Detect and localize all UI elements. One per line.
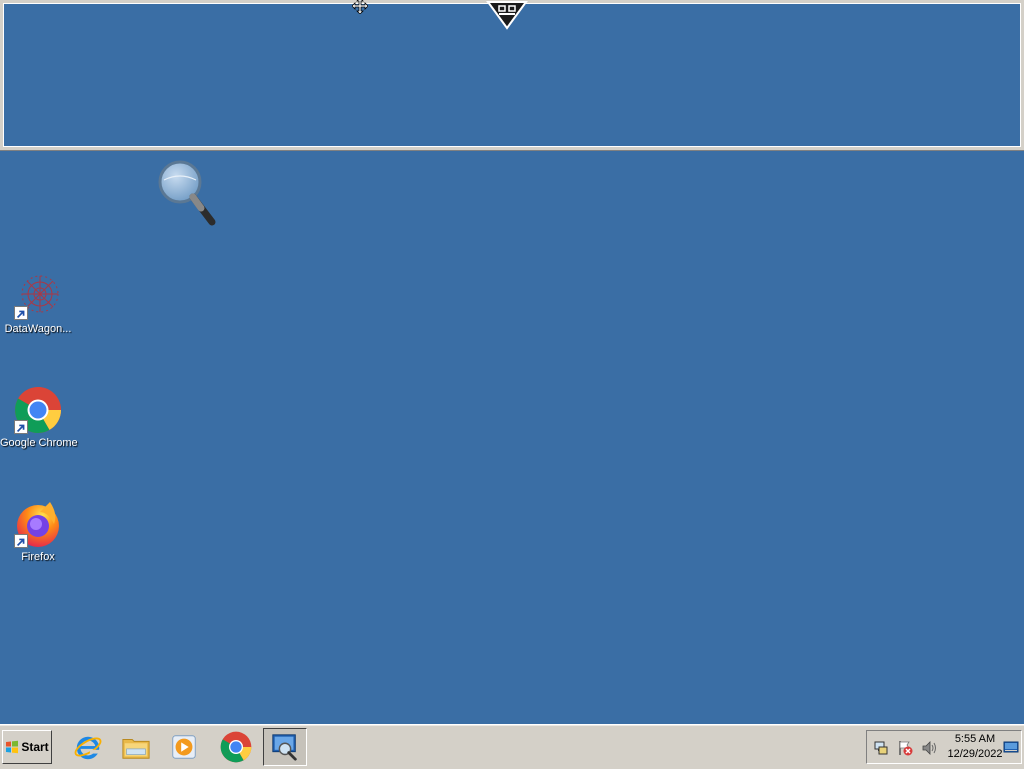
taskbar-media-player[interactable] xyxy=(162,728,206,766)
shortcut-arrow-icon xyxy=(14,534,28,548)
windows-logo-icon xyxy=(6,740,19,754)
desktop-icon-label: DataWagon... xyxy=(4,323,72,335)
clock-time: 5:55 AM xyxy=(954,733,996,745)
desktop-icon-label: Google Chrome xyxy=(0,437,78,449)
magnifier-app-icon xyxy=(272,734,297,761)
show-desktop-icon[interactable] xyxy=(1003,739,1019,755)
start-label: Start xyxy=(21,740,49,754)
system-tray: 5:55 AM 12/29/2022 xyxy=(866,730,1022,764)
magnifying-glass-icon[interactable] xyxy=(156,158,220,230)
file-explorer-icon xyxy=(122,739,150,759)
taskbar-magnifier[interactable] xyxy=(263,728,307,766)
internet-explorer-icon xyxy=(74,736,102,760)
volume-icon[interactable] xyxy=(921,740,937,756)
shortcut-arrow-icon xyxy=(14,306,28,320)
desktop-icon-google-chrome[interactable]: Google Chrome xyxy=(0,386,78,450)
chrome-icon xyxy=(220,731,252,763)
network-icon[interactable] xyxy=(873,740,889,756)
magnifier-toolbar-handle[interactable] xyxy=(486,0,528,30)
taskbar-chrome[interactable] xyxy=(214,728,258,766)
clock-date: 12/29/2022 xyxy=(947,748,1003,760)
desktop-icon-label: Firefox xyxy=(21,551,55,563)
clock[interactable]: 5:55 AM 12/29/2022 xyxy=(939,732,1011,762)
desktop-icon-firefox[interactable]: Firefox xyxy=(0,500,76,564)
media-player-icon xyxy=(172,735,196,759)
taskbar-internet-explorer[interactable] xyxy=(66,728,110,766)
move-cursor-icon xyxy=(352,0,368,14)
taskbar-file-explorer[interactable] xyxy=(114,728,158,766)
desktop-icon-datawagon[interactable]: DataWagon... xyxy=(0,272,76,336)
start-button[interactable]: Start xyxy=(2,730,52,764)
taskbar: Start 5:55 AM 12/29/2022 xyxy=(0,724,1024,769)
shortcut-arrow-icon xyxy=(14,420,28,434)
action-center-icon[interactable] xyxy=(897,740,913,756)
